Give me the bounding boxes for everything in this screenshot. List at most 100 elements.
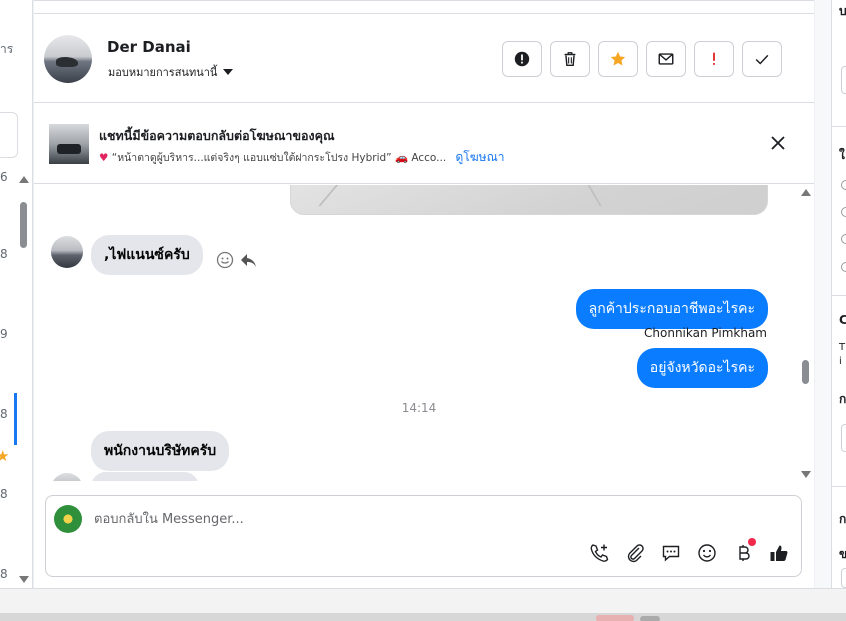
paperclip-icon: [627, 544, 644, 563]
close-icon[interactable]: [769, 134, 787, 152]
chat-bubble-icon: [662, 545, 680, 562]
list-row-num: 8: [0, 487, 8, 501]
star-button[interactable]: [598, 41, 638, 77]
details-divider: [831, 486, 846, 487]
car-icon: 🚗: [394, 152, 409, 164]
taskbar-item[interactable]: [640, 616, 660, 621]
scroll-up-arrow-icon[interactable]: [801, 189, 811, 196]
details-text: T: [839, 342, 846, 353]
top-border: [34, 1, 814, 14]
thumbs-up-icon: [770, 545, 788, 561]
conversation-header: Der Danai มอบหมายการสนทนานี้: [34, 15, 814, 103]
list-scrollbar[interactable]: [17, 176, 31, 586]
reply-composer: [45, 495, 802, 577]
scroll-thumb[interactable]: [20, 202, 27, 248]
sender-name: Chonnikan Pimkham: [644, 326, 767, 340]
radio-option[interactable]: [841, 180, 846, 190]
contact-avatar-small: [51, 473, 83, 481]
message-incoming-partial[interactable]: [91, 472, 199, 481]
star-icon: [610, 51, 626, 66]
assign-label: มอบหมายการสนทนานี้: [108, 66, 218, 79]
scroll-down-arrow-icon[interactable]: [801, 471, 811, 478]
view-ad-link[interactable]: ดูโฆษณา: [456, 150, 505, 164]
attach-button[interactable]: [624, 542, 646, 564]
details-text: ก: [839, 392, 846, 406]
scroll-down-arrow-icon[interactable]: [19, 576, 29, 583]
list-row-num: 6: [0, 170, 8, 184]
contact-avatar[interactable]: [44, 35, 92, 83]
radio-option[interactable]: [841, 207, 846, 217]
thread-scrollbar[interactable]: [800, 189, 812, 481]
details-text: ใ: [839, 148, 845, 162]
list-header-text: าร: [0, 42, 14, 56]
reply-icon[interactable]: [239, 250, 259, 270]
details-text: ข: [839, 547, 846, 561]
list-row-num: 8: [0, 567, 8, 581]
taskbar-strip: [0, 588, 846, 621]
phone-plus-icon: [590, 544, 609, 562]
call-button[interactable]: [588, 542, 610, 564]
spam-button[interactable]: [502, 41, 542, 77]
trash-icon: [564, 52, 576, 67]
list-row-num: 8: [0, 407, 8, 421]
mark-unread-button[interactable]: [646, 41, 686, 77]
ad-subtitle-tail: Acco...: [411, 152, 447, 164]
details-divider: [831, 295, 846, 296]
reply-input[interactable]: [94, 508, 594, 530]
page-avatar: [54, 505, 82, 533]
smiley-icon[interactable]: [215, 250, 235, 270]
message-incoming[interactable]: พนักงานบริษัทครับ: [91, 431, 230, 471]
details-input[interactable]: [841, 66, 846, 94]
timestamp: 14:14: [401, 401, 437, 415]
ad-thumbnail[interactable]: [49, 124, 89, 164]
exclamation-icon: [713, 52, 715, 65]
image-message[interactable]: [290, 185, 768, 215]
app-root: าร 6 8 9 8 ★ 8 8 Der Danai มอบหมายการสนท…: [0, 0, 846, 621]
assign-dropdown[interactable]: มอบหมายการสนทนานี้: [108, 63, 234, 81]
details-input[interactable]: [841, 424, 846, 452]
ad-title: แชทนี้มีข้อความตอบกลับต่อโฆษณาของคุณ: [99, 128, 335, 143]
message-outgoing[interactable]: อยู่จังหวัดอะไรคะ: [636, 348, 768, 388]
ad-subtitle-text: “หน้าตาดูผู้บริหาร...แต่จริงๆ แอบแซ่บใต้…: [111, 152, 392, 164]
radio-option[interactable]: [841, 234, 846, 244]
list-row-num: 9: [0, 327, 8, 341]
like-button[interactable]: [768, 542, 790, 564]
delete-button[interactable]: [550, 41, 590, 77]
details-input[interactable]: [841, 568, 846, 588]
contact-avatar-small: [51, 236, 83, 268]
emoji-button[interactable]: [696, 542, 718, 564]
saved-replies-button[interactable]: [660, 542, 682, 564]
taskbar-item[interactable]: [596, 615, 634, 621]
ad-context-banner: แชทนี้มีข้อความตอบกลับต่อโฆษณาของคุณ ♥ “…: [34, 104, 814, 184]
taskbar: [0, 613, 846, 621]
check-icon: [755, 54, 769, 65]
payment-button[interactable]: [732, 538, 756, 564]
exclamation-circle-icon: [514, 51, 530, 67]
smiley-icon: [698, 544, 716, 562]
ad-subtitle: ♥ “หน้าตาดูผู้บริหาร...แต่จริงๆ แอบแซ่บใ…: [99, 148, 504, 167]
notification-dot: [748, 538, 756, 546]
details-text: ก: [839, 512, 846, 526]
list-card[interactable]: [0, 112, 18, 158]
radio-option[interactable]: [841, 262, 846, 272]
details-text: i: [839, 356, 842, 367]
list-row-num: 8: [0, 247, 8, 261]
caret-down-icon: [223, 69, 234, 75]
envelope-icon: [658, 53, 674, 65]
composer-toolbar: [588, 538, 790, 564]
scroll-thumb[interactable]: [802, 360, 809, 384]
scroll-up-arrow-icon[interactable]: [19, 176, 29, 183]
message-thread: ,ไฟแนนซ์ครับ ลูกค้าประกอบอาชีพอะไรคะ Cho…: [34, 185, 814, 481]
heart-icon: ♥: [99, 152, 109, 164]
details-panel: บ ใ C T i ก ก ข: [815, 0, 846, 588]
message-outgoing[interactable]: ลูกค้าประกอบอาชีพอะไรคะ: [575, 289, 768, 329]
star-icon: ★: [0, 447, 9, 465]
follow-up-button[interactable]: [694, 41, 734, 77]
mark-done-button[interactable]: [742, 41, 782, 77]
contact-name[interactable]: Der Danai: [107, 38, 191, 56]
conversation-panel: Der Danai มอบหมายการสนทนานี้ แชทนี้มีข้อ…: [34, 0, 814, 588]
details-text: บ: [839, 4, 846, 18]
action-toolbar: [502, 41, 782, 77]
message-incoming[interactable]: ,ไฟแนนซ์ครับ: [91, 235, 203, 275]
details-divider: [831, 126, 846, 127]
